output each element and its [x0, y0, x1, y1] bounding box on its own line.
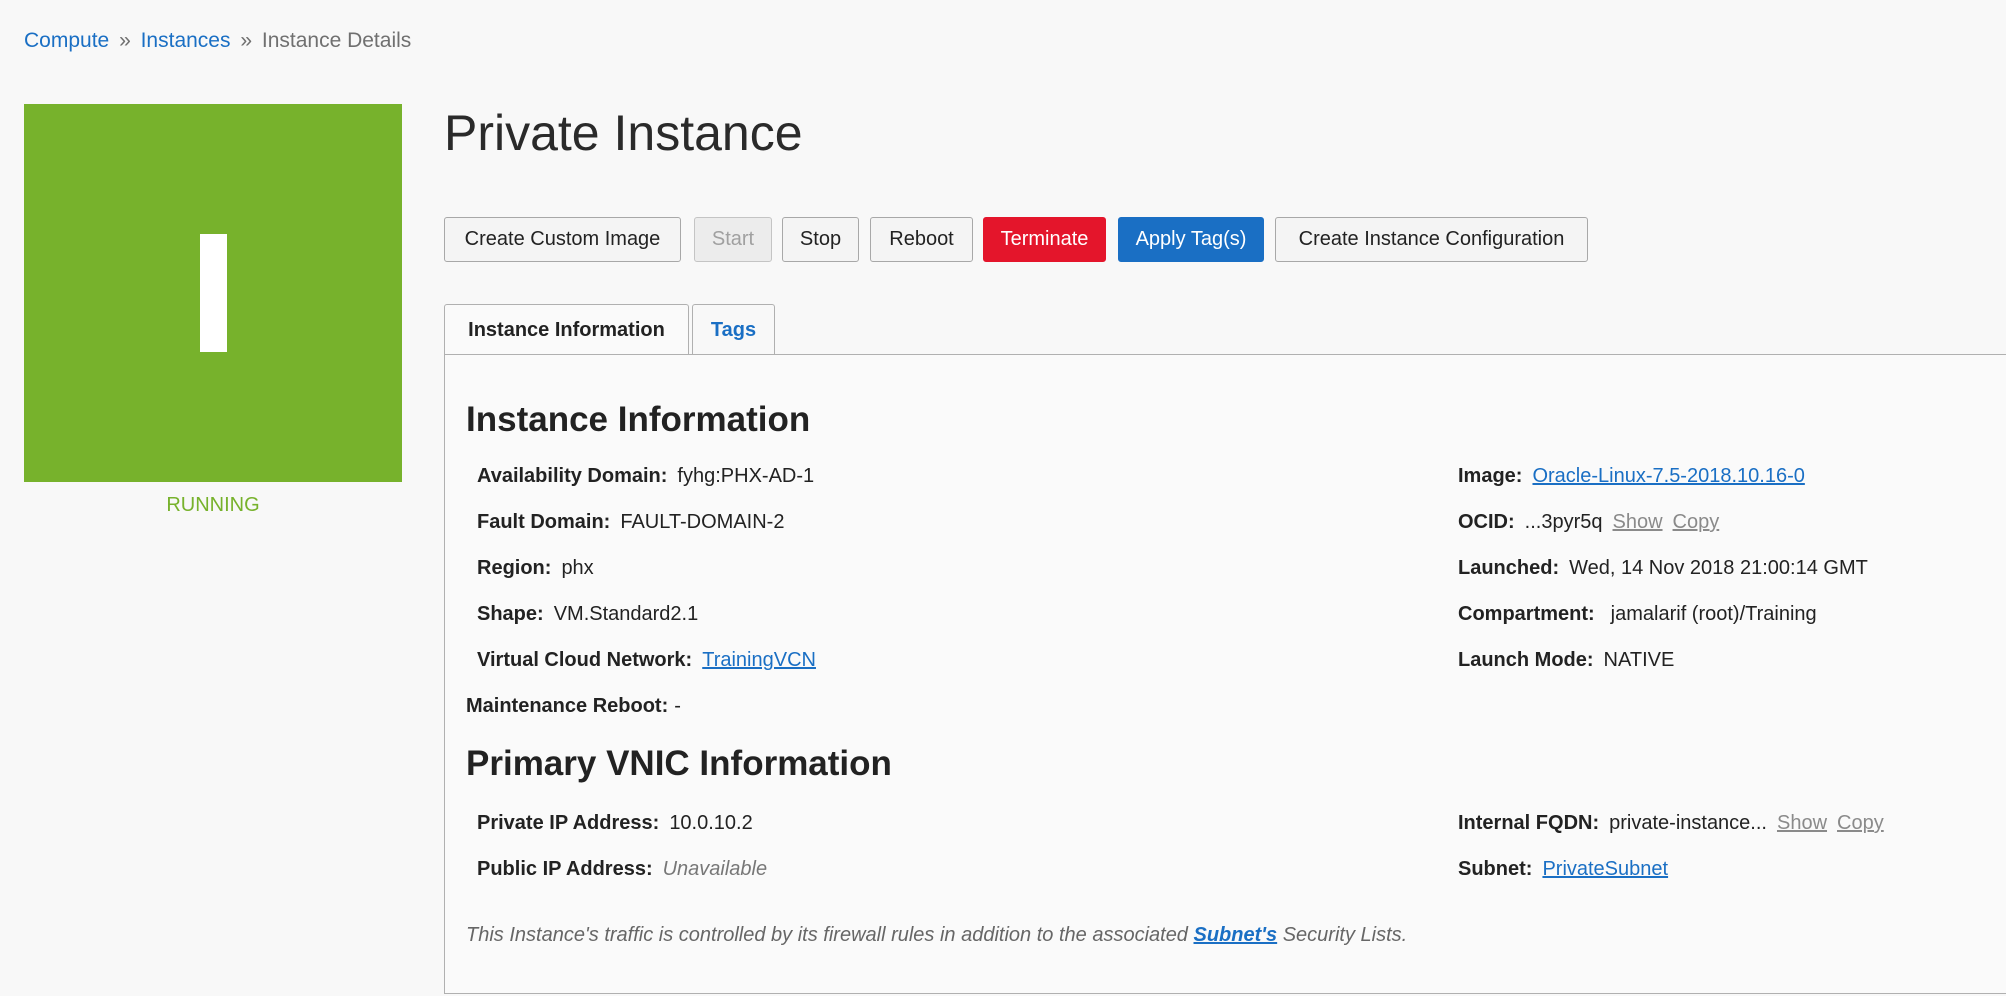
private-ip-value: 10.0.10.2: [669, 812, 753, 834]
breadcrumb-instances-link[interactable]: Instances: [141, 29, 231, 52]
launch-mode-field: Launch Mode: NATIVE: [1458, 649, 1674, 672]
image-field: Image: Oracle-Linux-7.5-2018.10.16-0: [1458, 465, 1805, 488]
instance-icon-letter: [200, 234, 227, 352]
breadcrumb-compute-link[interactable]: Compute: [24, 29, 109, 52]
stop-button[interactable]: Stop: [782, 217, 859, 262]
compartment-field: Compartment: jamalarif (root)/Training: [1458, 603, 1817, 626]
field-label: Region:: [477, 557, 552, 579]
ocid-value: ...3pyr5q: [1524, 511, 1603, 533]
primary-vnic-heading: Primary VNIC Information: [466, 744, 892, 783]
breadcrumb-current: Instance Details: [261, 29, 412, 52]
reboot-button[interactable]: Reboot: [870, 217, 973, 262]
create-instance-configuration-button[interactable]: Create Instance Configuration: [1275, 217, 1588, 262]
create-custom-image-button[interactable]: Create Custom Image: [444, 217, 681, 262]
virtual-cloud-network-field: Virtual Cloud Network: TrainingVCN: [477, 649, 816, 672]
region-field: Region: phx: [477, 557, 594, 580]
field-label: Image:: [1458, 465, 1523, 487]
launch-mode-value: NATIVE: [1603, 649, 1675, 671]
breadcrumb: Compute » Instances » Instance Details: [24, 29, 411, 53]
field-label: Internal FQDN:: [1458, 812, 1600, 834]
fault-domain-field: Fault Domain: FAULT-DOMAIN-2: [477, 511, 784, 534]
subnet-security-link[interactable]: Subnet's: [1194, 924, 1278, 946]
page-title: Private Instance: [444, 105, 803, 161]
field-label: Launched:: [1458, 557, 1560, 579]
availability-domain-field: Availability Domain: fyhg:PHX-AD-1: [477, 465, 814, 488]
security-note: This Instance's traffic is controlled by…: [466, 924, 1407, 947]
field-label: Public IP Address:: [477, 858, 653, 880]
instance-status-tile: [24, 104, 402, 482]
tab-tags[interactable]: Tags: [692, 304, 775, 355]
fqdn-show-link[interactable]: Show: [1777, 812, 1827, 834]
tab-instance-information[interactable]: Instance Information: [444, 304, 689, 356]
public-ip-field: Public IP Address: Unavailable: [477, 858, 767, 881]
breadcrumb-separator: »: [240, 29, 253, 52]
shape-value: VM.Standard2.1: [553, 603, 699, 625]
field-label: OCID:: [1458, 511, 1515, 533]
instance-information-heading: Instance Information: [466, 400, 811, 439]
instance-details-panel: [444, 354, 2006, 994]
maintenance-reboot-value: -: [674, 695, 681, 717]
shape-field: Shape: VM.Standard2.1: [477, 603, 698, 626]
fqdn-copy-link[interactable]: Copy: [1837, 812, 1884, 834]
subnet-field: Subnet: PrivateSubnet: [1458, 858, 1668, 881]
maintenance-reboot-field: Maintenance Reboot: -: [466, 695, 681, 718]
field-label: Launch Mode:: [1458, 649, 1594, 671]
field-label: Compartment:: [1458, 603, 1595, 625]
internal-fqdn-value: private-instance...: [1609, 812, 1767, 834]
availability-domain-value: fyhg:PHX-AD-1: [677, 465, 815, 487]
terminate-button[interactable]: Terminate: [983, 217, 1106, 262]
private-ip-field: Private IP Address: 10.0.10.2: [477, 812, 753, 835]
vcn-link[interactable]: TrainingVCN: [702, 649, 816, 671]
field-label: Subnet:: [1458, 858, 1533, 880]
field-label: Fault Domain:: [477, 511, 611, 533]
note-text-after: Security Lists.: [1277, 924, 1408, 946]
field-label: Maintenance Reboot:: [466, 695, 669, 717]
public-ip-value: Unavailable: [662, 858, 768, 880]
field-label: Private IP Address:: [477, 812, 660, 834]
region-value: phx: [561, 557, 594, 579]
ocid-show-link[interactable]: Show: [1613, 511, 1663, 533]
launched-field: Launched: Wed, 14 Nov 2018 21:00:14 GMT: [1458, 557, 1868, 580]
fault-domain-value: FAULT-DOMAIN-2: [620, 511, 785, 533]
apply-tags-button[interactable]: Apply Tag(s): [1118, 217, 1264, 262]
compartment-value: jamalarif (root)/Training: [1610, 603, 1817, 625]
ocid-field: OCID: ...3pyr5q Show Copy: [1458, 511, 1719, 534]
start-button[interactable]: Start: [694, 217, 772, 262]
field-label: Shape:: [477, 603, 544, 625]
image-link[interactable]: Oracle-Linux-7.5-2018.10.16-0: [1532, 465, 1804, 487]
field-label: Availability Domain:: [477, 465, 668, 487]
ocid-copy-link[interactable]: Copy: [1673, 511, 1720, 533]
launched-value: Wed, 14 Nov 2018 21:00:14 GMT: [1569, 557, 1868, 579]
internal-fqdn-field: Internal FQDN: private-instance... Show Cop…: [1458, 812, 1884, 835]
note-text-before: This Instance's traffic is controlled by…: [466, 924, 1194, 946]
breadcrumb-separator: »: [119, 29, 131, 52]
instance-status-label: RUNNING: [166, 494, 260, 516]
field-label: Virtual Cloud Network:: [477, 649, 693, 671]
subnet-link[interactable]: PrivateSubnet: [1542, 858, 1668, 880]
